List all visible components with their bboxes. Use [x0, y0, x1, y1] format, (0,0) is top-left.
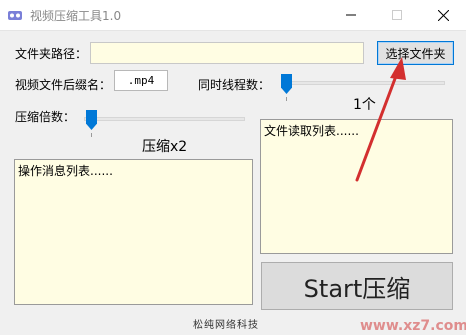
annotation-arrow-icon — [355, 57, 406, 182]
